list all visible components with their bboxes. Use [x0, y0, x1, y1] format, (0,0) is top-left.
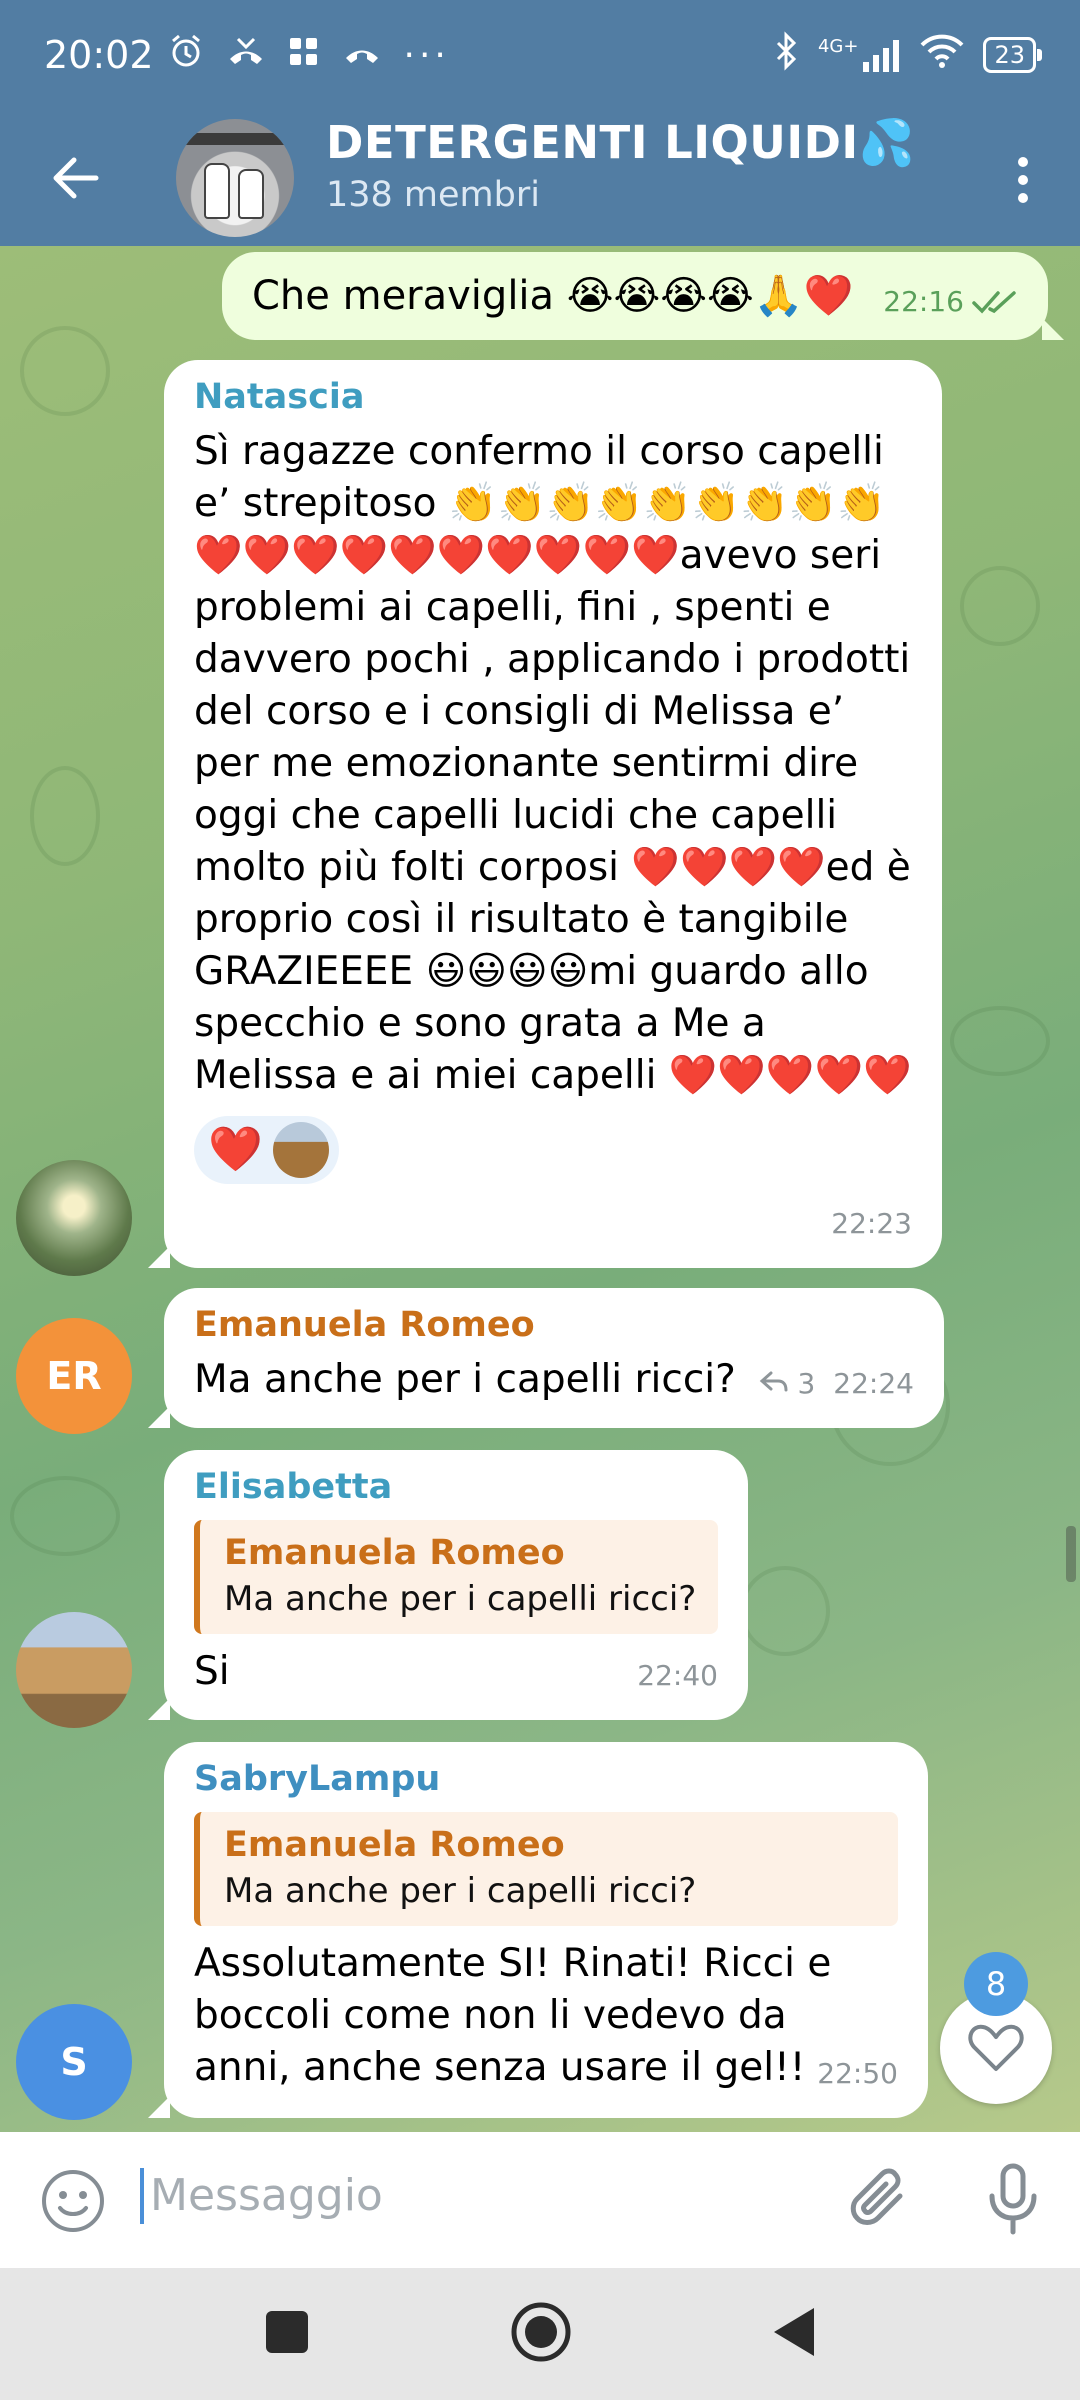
message-time: 22:16 — [883, 285, 964, 318]
background-doodle — [740, 1566, 830, 1656]
home-button[interactable] — [510, 2301, 572, 2367]
message-input-bar: Messaggio — [0, 2132, 1080, 2268]
emoji-button[interactable] — [40, 2168, 106, 2238]
heart-reaction-icon: ❤️ — [208, 1124, 263, 1175]
battery-indicator: 23 — [983, 37, 1042, 73]
quoted-text: Ma anche per i capelli ricci? — [224, 1579, 697, 1619]
more-notifications-icon: ··· — [403, 34, 450, 76]
back-nav-button[interactable] — [772, 2306, 816, 2362]
microphone-icon — [989, 2163, 1037, 2235]
missed-call-icon — [226, 33, 266, 78]
message-meta: 22:40 — [637, 1650, 718, 1702]
outgoing-message[interactable]: Che meraviglia 😭😭😭😭🙏❤️ 22:16 — [222, 252, 1064, 340]
background-doodle — [30, 766, 100, 866]
sender-name: Elisabetta — [194, 1467, 393, 1507]
message-text: Sì ragazze confermo il corso capelli e’ … — [194, 429, 912, 1098]
message-meta: 22:23 — [831, 1198, 912, 1250]
circle-home-icon — [511, 2302, 571, 2362]
message-text: Assolutamente SI! Rinati! Ricci e boccol… — [194, 1941, 832, 2090]
sender-name: Emanuela Romeo — [194, 1305, 535, 1345]
sender-name: Natascia — [194, 377, 365, 417]
chat-area[interactable]: Che meraviglia 😭😭😭😭🙏❤️ 22:16 Natascia Sì… — [0, 246, 1080, 2132]
message-input[interactable]: Messaggio — [140, 2168, 383, 2224]
quoted-text: Ma anche per i capelli ricci? — [224, 1871, 697, 1911]
message-meta: 3 22:24 — [759, 1358, 914, 1410]
call-icon — [342, 33, 382, 77]
reaction-chip[interactable]: ❤️ — [194, 1116, 339, 1184]
paperclip-icon — [850, 2168, 903, 2225]
message-time: 22:40 — [637, 1659, 718, 1692]
sender-name: SabryLampu — [194, 1759, 441, 1799]
group-title: DETERGENTI LIQUIDI💦 — [326, 116, 916, 169]
quoted-reply[interactable]: Emanuela Romeo Ma anche per i capelli ri… — [194, 1812, 898, 1926]
network-type: 4G+ — [817, 36, 859, 57]
alarm-icon — [168, 33, 204, 78]
more-options-button[interactable] — [988, 140, 1058, 220]
quoted-reply[interactable]: Emanuela Romeo Ma anche per i capelli ri… — [194, 1520, 718, 1634]
background-doodle — [950, 1006, 1050, 1076]
signal-icon: 4G+ — [818, 38, 901, 72]
reply-icon — [759, 1358, 789, 1410]
attach-button[interactable] — [850, 2166, 916, 2240]
heart-icon — [968, 2024, 1024, 2071]
reactions-badge: 8 — [964, 1952, 1028, 2016]
background-doodle — [960, 566, 1040, 646]
square-icon — [266, 2311, 308, 2353]
background-doodle — [20, 326, 110, 416]
incoming-message-sabrylampu[interactable]: SabryLampu Emanuela Romeo Ma anche per i… — [148, 1742, 928, 2118]
avatar-initials: ER — [46, 1354, 102, 1398]
quoted-sender: Emanuela Romeo — [224, 1825, 565, 1865]
incoming-message-natascia[interactable]: Natascia Sì ragazze confermo il corso ca… — [148, 360, 942, 1268]
avatar-emanuela-romeo[interactable]: ER — [16, 1318, 132, 1434]
group-info[interactable]: DETERGENTI LIQUIDI💦 138 membri — [326, 116, 915, 215]
reactor-avatar — [272, 1122, 329, 1178]
avatar-sabrylampu[interactable]: S — [16, 2004, 132, 2120]
triangle-back-icon — [774, 2308, 814, 2356]
message-time: 22:23 — [831, 1207, 912, 1240]
wifi-icon — [919, 33, 965, 78]
double-check-icon — [972, 291, 1016, 314]
kebab-menu-icon — [1018, 157, 1028, 203]
chat-header: DETERGENTI LIQUIDI💦 138 membri — [0, 110, 1080, 246]
reply-count: 3 — [797, 1367, 816, 1400]
member-count: 138 membri — [326, 175, 540, 215]
avatar-natascia[interactable] — [16, 1160, 132, 1276]
voice-message-button[interactable] — [984, 2162, 1042, 2242]
scrollbar-thumb[interactable] — [1066, 1526, 1076, 1582]
incoming-message-emanuela[interactable]: Emanuela Romeo Ma anche per i capelli ri… — [148, 1288, 944, 1428]
recents-button[interactable] — [264, 2309, 310, 2359]
bluetooth-icon — [774, 30, 800, 80]
status-time: 20:02 — [44, 33, 154, 77]
message-meta: 22:50 — [817, 2048, 898, 2100]
group-avatar[interactable] — [176, 119, 294, 237]
back-button[interactable] — [0, 110, 150, 246]
incoming-message-elisabetta[interactable]: Elisabetta Emanuela Romeo Ma anche per i… — [148, 1450, 748, 1720]
avatar-elisabetta[interactable] — [16, 1612, 132, 1728]
message-text: Che meraviglia 😭😭😭😭🙏❤️ — [252, 273, 854, 319]
quoted-sender: Emanuela Romeo — [224, 1533, 565, 1573]
message-time: 22:50 — [817, 2057, 898, 2090]
message-time: 22:24 — [833, 1367, 914, 1400]
status-bar: 20:02 ··· 4G+ 23 — [0, 0, 1080, 110]
apps-icon — [288, 33, 320, 77]
background-doodle — [10, 1476, 120, 1556]
back-arrow-icon — [53, 157, 99, 199]
smiley-icon — [42, 2170, 104, 2232]
message-meta: 22:16 — [883, 276, 1018, 328]
system-navigation-bar — [0, 2268, 1080, 2400]
avatar-initials: S — [60, 2040, 88, 2084]
